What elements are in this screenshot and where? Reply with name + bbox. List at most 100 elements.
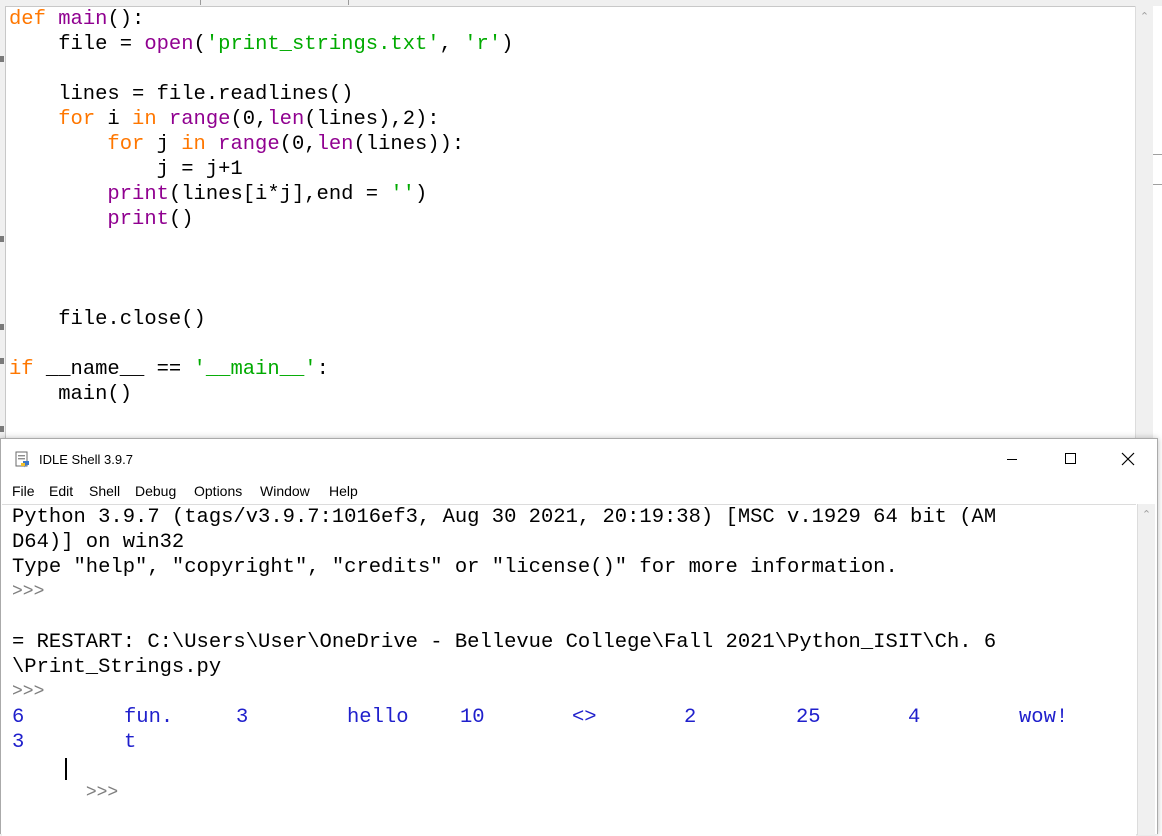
- code-token: (): [168, 208, 194, 231]
- code-token: print: [107, 183, 169, 206]
- code-token: file =: [9, 33, 145, 56]
- close-icon: [1121, 452, 1135, 466]
- close-button[interactable]: [1099, 439, 1157, 479]
- menu-options[interactable]: Options: [194, 482, 242, 500]
- restart-line: = RESTART: C:\Users\User\OneDrive - Bell…: [12, 631, 997, 654]
- code-token: len: [316, 133, 354, 156]
- code-token: main: [58, 8, 108, 31]
- maximize-icon: [1065, 453, 1076, 464]
- code-line: for j in range(0,len(lines)):: [9, 132, 464, 157]
- menu-edit[interactable]: Edit: [49, 482, 73, 500]
- menu-shell[interactable]: Shell: [89, 482, 120, 500]
- shell-input-line[interactable]: >>>: [12, 755, 132, 803]
- code-token: range: [218, 133, 280, 156]
- shell-prompt: >>>: [12, 682, 45, 702]
- output-value: fun.: [124, 706, 174, 729]
- code-line: for i in range(0,len(lines),2):: [9, 107, 440, 132]
- code-token: len: [267, 108, 305, 131]
- shell-prompt: >>>: [12, 582, 45, 602]
- editor-right-edge: [1153, 6, 1162, 438]
- banner-line: Python 3.9.7 (tags/v3.9.7:1016ef3, Aug 3…: [12, 506, 997, 529]
- code-token: :: [316, 358, 329, 381]
- output-value: hello: [347, 706, 409, 729]
- restart-line: \Print_Strings.py: [12, 656, 222, 679]
- maximize-button[interactable]: [1041, 439, 1099, 479]
- code-token: if: [9, 358, 34, 381]
- code-token: (0,: [279, 133, 317, 156]
- shell-prompt: >>>: [85, 783, 119, 803]
- code-token: def: [9, 8, 46, 31]
- output-value: 4: [908, 706, 921, 729]
- code-token: range: [168, 108, 231, 131]
- output-value: 3: [12, 731, 25, 754]
- idle-app-icon: [15, 451, 29, 468]
- shell-output-area[interactable]: Python 3.9.7 (tags/v3.9.7:1016ef3, Aug 3…: [2, 504, 1136, 836]
- output-value: t: [124, 731, 137, 754]
- output-value: 6: [12, 706, 25, 729]
- output-row: 3 t: [12, 730, 312, 755]
- editor-scrollbar[interactable]: ⌃: [1135, 6, 1153, 438]
- code-token: ():: [107, 8, 145, 31]
- code-line: print(): [9, 207, 194, 232]
- code-token: in: [132, 108, 157, 131]
- code-token: '__main__': [193, 358, 317, 381]
- code-line: file = open('print_strings.txt', 'r'): [9, 32, 513, 57]
- shell-scrollbar[interactable]: ⌃: [1137, 504, 1155, 835]
- code-line: if __name__ == '__main__':: [9, 357, 329, 382]
- code-token: 'print_strings.txt': [205, 33, 440, 56]
- code-line: def main():: [9, 7, 144, 32]
- menu-bar: File Edit Shell Debug Options Window Hel…: [1, 479, 1157, 501]
- code-line: lines = file.readlines(): [9, 82, 353, 107]
- code-line: main(): [9, 382, 132, 407]
- editor-code-area[interactable]: def main(): file = open('print_strings.t…: [5, 6, 1136, 438]
- code-token: ): [414, 183, 428, 206]
- code-token: open: [144, 33, 194, 56]
- minimize-button[interactable]: [983, 439, 1041, 479]
- menu-window[interactable]: Window: [260, 482, 310, 500]
- text-cursor: [65, 758, 67, 780]
- window-title: IDLE Shell 3.9.7: [39, 452, 133, 467]
- output-value: <>: [572, 706, 597, 729]
- code-token: 'r': [464, 33, 502, 56]
- scroll-up-arrow-icon[interactable]: ⌃: [1138, 508, 1155, 522]
- code-token: __name__ ==: [33, 358, 194, 381]
- idle-shell-window: IDLE Shell 3.9.7 File Edit Shell Debug O…: [0, 438, 1158, 836]
- code-token: for: [58, 108, 96, 131]
- code-token: (: [193, 33, 206, 56]
- menu-debug[interactable]: Debug: [135, 482, 176, 500]
- editor-window: def main(): file = open('print_strings.t…: [0, 0, 1162, 438]
- code-token: j: [144, 133, 182, 156]
- output-value: 2: [684, 706, 697, 729]
- minimize-icon: [1007, 459, 1017, 460]
- code-token: file.close(): [9, 308, 206, 331]
- banner-line: D64)] on win32: [12, 531, 185, 554]
- output-row: 6 fun. 3 hello 10 <> 2 25 4 wow!: [12, 705, 1112, 730]
- output-value: 3: [236, 706, 249, 729]
- code-token: for: [107, 133, 145, 156]
- menu-help[interactable]: Help: [329, 482, 358, 500]
- menu-file[interactable]: File: [12, 482, 35, 500]
- code-token: j = j+1: [9, 158, 243, 181]
- scroll-up-arrow-icon[interactable]: ⌃: [1136, 10, 1153, 24]
- banner-line: Type "help", "copyright", "credits" or "…: [12, 556, 898, 579]
- code-token: (lines),2):: [304, 108, 440, 131]
- code-token: (0,: [230, 108, 268, 131]
- code-line: file.close(): [9, 307, 206, 332]
- code-token: (lines[i*j],end =: [168, 183, 391, 206]
- output-value: wow!: [1019, 706, 1069, 729]
- title-bar[interactable]: IDLE Shell 3.9.7: [1, 439, 1157, 479]
- code-token: (lines)):: [353, 133, 465, 156]
- code-token: print: [107, 208, 169, 231]
- code-token: ,: [439, 33, 465, 56]
- code-line: j = j+1: [9, 157, 243, 182]
- code-token: ): [501, 33, 514, 56]
- code-token: '': [390, 183, 415, 206]
- output-value: 25: [796, 706, 821, 729]
